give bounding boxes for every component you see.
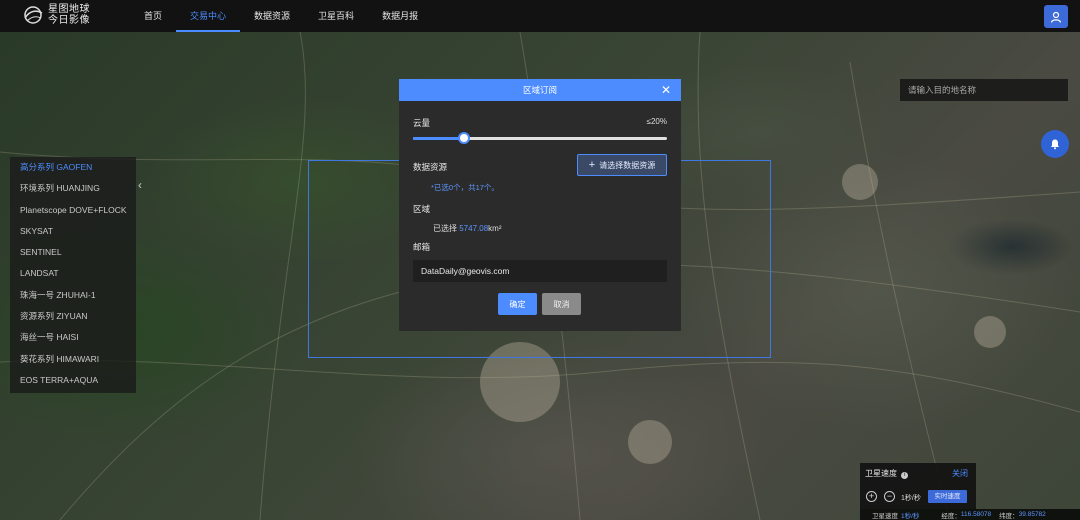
map-status-bar: 卫星速度 1秒/秒 经度： 116.58078 纬度： 39.85782 — [860, 509, 1080, 520]
region-subscription-dialog: 区域订阅 ✕ 云量 ≤20% 数据资源 + 请选择数据资源 *已选0个，共17个… — [399, 79, 681, 331]
area-label: 区域 — [413, 204, 431, 214]
satellite-speed-panel: 卫星速度 i 关闭 + − 1秒/秒 实时速度 — [860, 463, 976, 509]
confirm-button[interactable]: 确定 — [498, 293, 537, 315]
sidebar-item-himawari[interactable]: 葵花系列 HIMAWARI — [10, 349, 136, 370]
status-lat-value: 39.85782 — [1018, 511, 1046, 518]
plus-icon: + — [588, 159, 596, 171]
cancel-button[interactable]: 取消 — [542, 293, 581, 315]
globe-logo-icon — [24, 6, 43, 24]
select-data-source-label: 请选择数据资源 — [599, 160, 656, 170]
dialog-header: 区域订阅 ✕ — [399, 79, 681, 101]
sidebar-item-huanjing[interactable]: 环境系列 HUANJING — [10, 178, 136, 199]
logo[interactable]: 星图地球 今日影像 — [22, 4, 90, 26]
logo-subtitle: 今日影像 — [48, 15, 90, 26]
cloud-slider-handle[interactable] — [457, 132, 470, 144]
area-summary: 已选择 5747.08km² — [433, 223, 501, 234]
sidebar-item-planetscope[interactable]: Planetscope DOVE+FLOCK — [10, 200, 136, 221]
status-lon-label: 经度： — [941, 512, 961, 520]
status-lat-label: 纬度： — [999, 512, 1019, 520]
satellite-series-panel: 高分系列 GAOFEN 环境系列 HUANJING Planetscope DO… — [10, 157, 136, 393]
sidebar-item-sentinel[interactable]: SENTINEL — [10, 242, 136, 263]
data-source-label: 数据资源 — [413, 162, 448, 172]
speed-value: 1秒/秒 — [901, 495, 921, 502]
status-sat-speed-label: 卫星速度 — [872, 512, 898, 520]
realtime-speed-button[interactable]: 实时速度 — [928, 490, 967, 503]
close-panel-link[interactable]: 关闭 — [952, 468, 968, 479]
area-value: 5747.08 — [459, 224, 489, 233]
bell-icon — [1051, 139, 1059, 150]
main-nav: 首页 交易中心 数据资源 卫星百科 数据月报 — [130, 0, 432, 32]
sidebar-item-landsat[interactable]: LANDSAT — [10, 263, 136, 284]
sidebar-item-zhuhai[interactable]: 珠海一号 ZHUHAI-1 — [10, 285, 136, 306]
nav-satellite-wiki[interactable]: 卫星百科 — [304, 0, 368, 32]
nav-trading-center[interactable]: 交易中心 — [176, 0, 241, 32]
cloud-slider[interactable] — [413, 132, 667, 144]
logo-title: 星图地球 — [48, 4, 90, 15]
sidebar-item-gaofen[interactable]: 高分系列 GAOFEN — [10, 157, 136, 178]
status-lon-value: 116.58078 — [960, 511, 992, 518]
zoom-out-icon[interactable]: − — [884, 491, 895, 502]
email-field[interactable] — [413, 260, 667, 282]
user-icon — [1050, 11, 1062, 23]
nav-data-monthly[interactable]: 数据月报 — [368, 0, 432, 32]
dialog-title: 区域订阅 — [522, 85, 557, 95]
sidebar-item-eos[interactable]: EOS TERRA+AQUA — [10, 370, 136, 391]
selection-count-hint: *已选0个，共17个。 — [431, 183, 499, 192]
nav-home[interactable]: 首页 — [130, 0, 176, 32]
sidebar-item-skysat[interactable]: SKYSAT — [10, 221, 136, 242]
area-unit: km² — [488, 224, 502, 233]
status-sat-speed-value: 1秒/秒 — [901, 512, 920, 520]
nav-data-resources[interactable]: 数据资源 — [240, 0, 304, 32]
email-label: 邮箱 — [413, 242, 431, 252]
zoom-in-icon[interactable]: + — [866, 491, 877, 502]
sidebar-item-ziyuan[interactable]: 资源系列 ZIYUAN — [10, 306, 136, 327]
cloud-value: ≤20% — [646, 117, 667, 126]
notification-button[interactable] — [1041, 130, 1069, 158]
select-data-source-button[interactable]: + 请选择数据资源 — [577, 154, 667, 176]
top-navigation-bar: 星图地球 今日影像 首页 交易中心 数据资源 卫星百科 数据月报 — [0, 0, 1080, 32]
info-icon[interactable]: i — [901, 472, 909, 479]
search-input[interactable] — [900, 79, 1068, 101]
user-account-button[interactable] — [1044, 5, 1068, 28]
cloud-label: 云量 — [413, 118, 431, 128]
collapse-panel-chevron-left-icon[interactable]: ‹ — [138, 178, 142, 192]
satellite-speed-title: 卫星速度 i — [865, 468, 909, 479]
sidebar-item-haisi[interactable]: 海丝一号 HAISI — [10, 327, 136, 348]
area-prefix: 已选择 — [433, 224, 457, 233]
satellite-speed-title-text: 卫星速度 — [865, 469, 897, 478]
close-icon[interactable]: ✕ — [661, 79, 671, 101]
cloud-slider-fill — [413, 137, 464, 140]
